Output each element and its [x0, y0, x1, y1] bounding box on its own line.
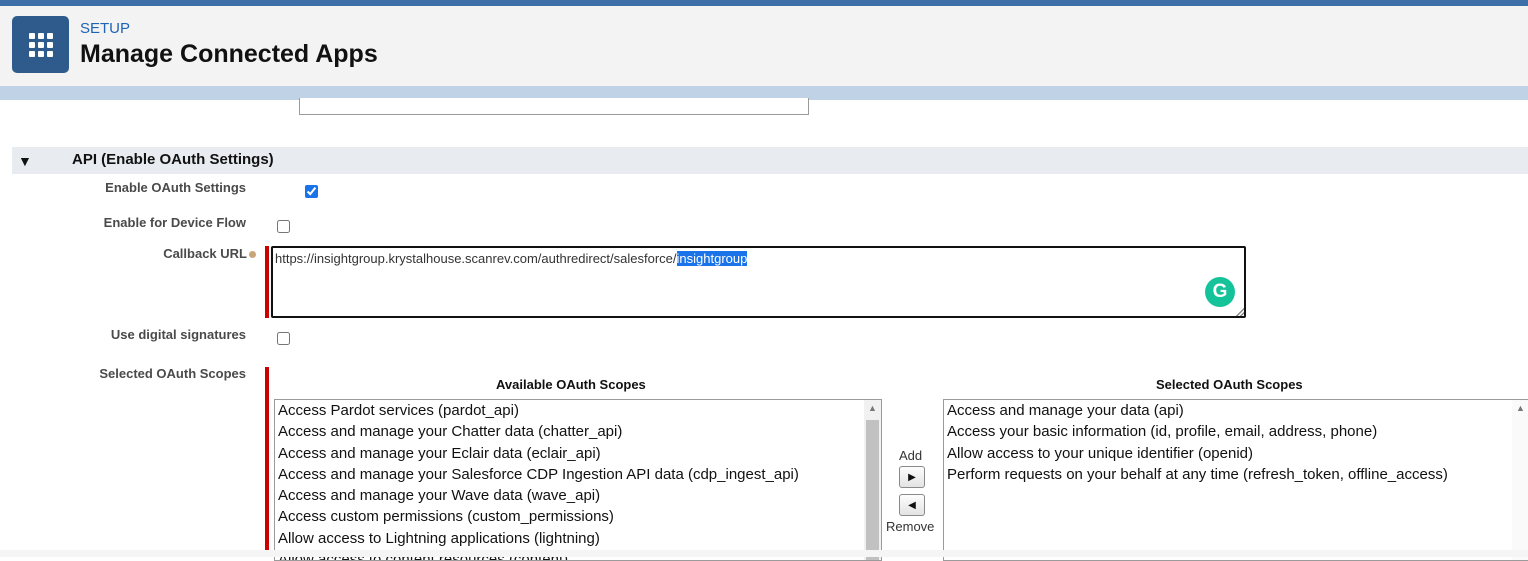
scope-option[interactable]: Perform requests on your behalf at any t… [944, 464, 1528, 485]
callback-url-textarea[interactable]: https://insightgroup.krystalhouse.scanre… [271, 246, 1246, 318]
scope-option[interactable]: Access custom permissions (custom_permis… [275, 506, 881, 527]
grammarly-icon[interactable]: G [1205, 277, 1235, 307]
scope-option[interactable]: Access and manage your Chatter data (cha… [275, 421, 881, 442]
scope-option[interactable]: Allow access to Lightning applications (… [275, 528, 881, 549]
collapse-triangle-icon[interactable]: ▼ [18, 153, 32, 169]
scrollbar[interactable]: ▲ [1512, 400, 1528, 560]
breadcrumb-setup[interactable]: SETUP [80, 20, 130, 37]
device-flow-label: Enable for Device Flow [103, 215, 246, 230]
resize-handle[interactable] [1236, 308, 1244, 316]
required-indicator [265, 367, 269, 557]
available-scopes-header: Available OAuth Scopes [496, 377, 646, 392]
digital-signatures-checkbox[interactable] [277, 332, 290, 345]
bottom-edge [0, 550, 1528, 557]
scopes-label: Selected OAuth Scopes [99, 366, 246, 381]
page-header: SETUP Manage Connected Apps [0, 6, 1528, 87]
add-button[interactable]: ▶ [899, 466, 925, 488]
scope-option[interactable]: Access and manage your data (api) [944, 400, 1528, 421]
callback-url-label-text: Callback URL [163, 246, 247, 261]
device-flow-checkbox[interactable] [277, 220, 290, 233]
required-indicator [265, 246, 269, 318]
callback-url-text: https://insightgroup.krystalhouse.scanre… [275, 251, 677, 266]
scrollbar-thumb[interactable] [866, 420, 879, 560]
scope-option[interactable]: Access Pardot services (pardot_api) [275, 400, 881, 421]
help-icon[interactable] [249, 251, 256, 259]
scroll-up-icon[interactable]: ▲ [1512, 400, 1528, 417]
selected-scopes-header: Selected OAuth Scopes [1156, 377, 1303, 392]
description-field[interactable] [299, 98, 809, 115]
scope-option[interactable]: Access and manage your Wave data (wave_a… [275, 485, 881, 506]
scrollbar[interactable]: ▲ [864, 400, 881, 560]
remove-label: Remove [886, 519, 935, 534]
remove-button[interactable]: ◀ [899, 494, 925, 516]
digital-signatures-label: Use digital signatures [110, 327, 246, 342]
add-label: Add [899, 448, 923, 463]
callback-url-label: Callback URL [100, 246, 256, 261]
oauth-section-title: API (Enable OAuth Settings) [72, 151, 274, 168]
scope-option[interactable]: Access and manage your Eclair data (ecla… [275, 443, 881, 464]
grid-icon [29, 33, 53, 57]
enable-oauth-checkbox[interactable] [305, 185, 318, 198]
enable-oauth-label: Enable OAuth Settings [105, 180, 246, 195]
scope-option[interactable]: Allow access to your unique identifier (… [944, 443, 1528, 464]
callback-url-selected-text: insightgroup [676, 251, 748, 266]
scope-option[interactable]: Access your basic information (id, profi… [944, 421, 1528, 442]
app-launcher-tile[interactable] [12, 16, 69, 73]
page-title: Manage Connected Apps [80, 40, 378, 68]
available-scopes-list[interactable]: Access Pardot services (pardot_api) Acces… [274, 399, 882, 561]
scope-option[interactable]: Access and manage your Salesforce CDP In… [275, 464, 881, 485]
scroll-up-icon[interactable]: ▲ [864, 400, 881, 417]
selected-scopes-list[interactable]: Access and manage your data (api) Access … [943, 399, 1528, 561]
